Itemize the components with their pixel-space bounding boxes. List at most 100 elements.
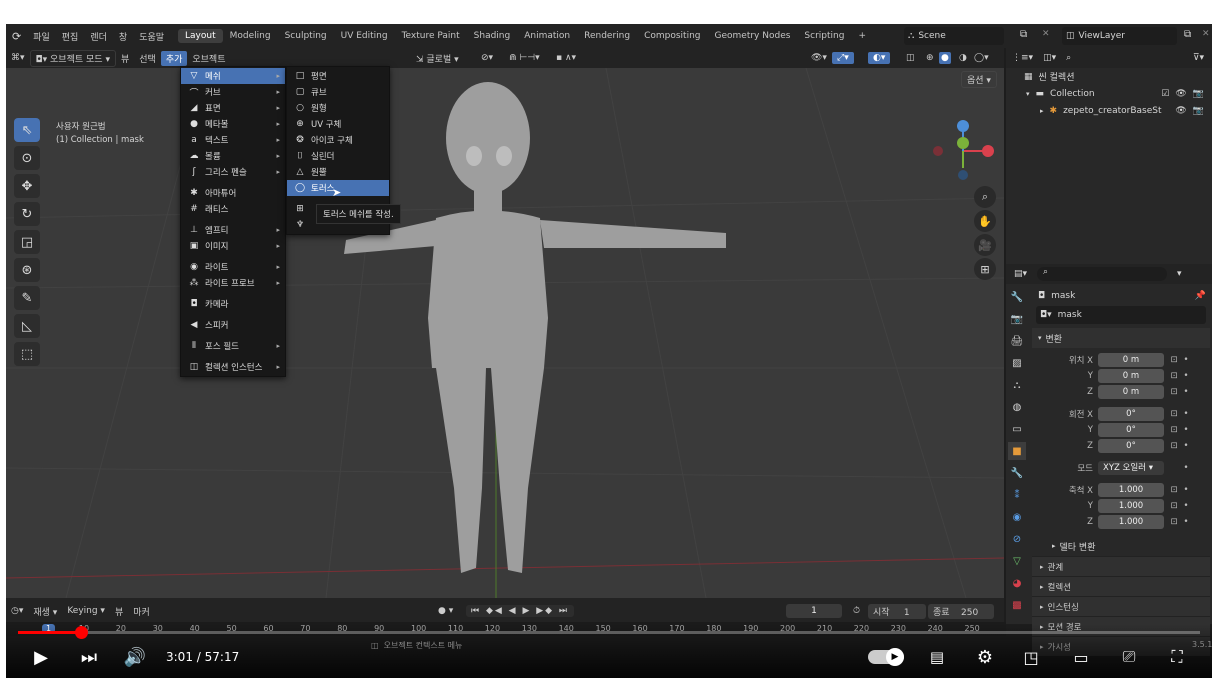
workspace-tab[interactable]: Compositing: [637, 29, 707, 43]
progress-scrubber[interactable]: [74, 626, 88, 639]
add-menu-item[interactable]: ⌒ 커브 ▸: [181, 84, 285, 100]
select-tool-icon[interactable]: ⇖: [14, 118, 40, 142]
workspace-tab[interactable]: UV Editing: [334, 29, 395, 43]
keyframe-dot-icon[interactable]: •: [1181, 441, 1191, 451]
mode-selector[interactable]: ◘▾ 오브젝트 모드 ▾: [29, 49, 116, 67]
view-menu[interactable]: 뷰: [116, 51, 134, 66]
workspace-tab[interactable]: Sculpting: [278, 29, 334, 43]
editor-type-icon[interactable]: ⌘▾: [6, 52, 30, 64]
current-frame-field[interactable]: 1: [786, 604, 842, 618]
copy-viewlayer-icon[interactable]: ⧉: [1184, 29, 1191, 40]
mesh-menu-item[interactable]: △ 원뿔: [287, 164, 389, 180]
workspace-tab[interactable]: Rendering: [577, 29, 637, 43]
particles-tab-icon[interactable]: ⁑: [1008, 486, 1026, 504]
collection-tab-icon[interactable]: ▭: [1008, 420, 1026, 438]
scale-z-field[interactable]: 1.000: [1098, 515, 1164, 529]
scene-selector[interactable]: ⛬ Scene: [904, 27, 1004, 45]
transform-orientation[interactable]: ⇲ 글로벌 ▾: [411, 51, 464, 66]
add-menu-item[interactable]: ✱ 아마튜어: [181, 185, 285, 201]
keyframe-dot-icon[interactable]: •: [1181, 387, 1191, 397]
render-tab-icon[interactable]: 📷: [1008, 310, 1026, 328]
close-scene-icon[interactable]: ✕: [1042, 29, 1050, 39]
progress-track[interactable]: [18, 626, 1200, 639]
add-menu-item[interactable]: ▽ 메쉬 ▸: [181, 68, 285, 84]
add-menu[interactable]: 추가: [160, 50, 188, 66]
workspace-tab[interactable]: Shading: [467, 29, 518, 43]
exclude-checkbox-icon[interactable]: ☑: [1161, 89, 1169, 99]
mesh-menu-item[interactable]: ⊕ UV 구체: [287, 116, 389, 132]
add-menu-item[interactable]: ⦀ 포스 필드 ▸: [181, 338, 285, 354]
lock-icon[interactable]: ⊡: [1167, 517, 1181, 527]
lock-icon[interactable]: ⊡: [1167, 501, 1181, 511]
cast-icon[interactable]: ⎚: [1116, 644, 1142, 670]
rotate-tool-icon[interactable]: ↻: [14, 202, 40, 226]
properties-search-input[interactable]: ⌕: [1037, 267, 1168, 281]
object-menu[interactable]: 오브젝트: [187, 51, 230, 66]
add-cube-tool-icon[interactable]: ⬚: [14, 342, 40, 366]
select-menu[interactable]: 선택: [134, 51, 161, 66]
overlay-toggle-icon[interactable]: ◐▾: [868, 52, 891, 64]
add-workspace-button[interactable]: +: [851, 29, 873, 43]
shading-rendered-icon[interactable]: ◯▾: [969, 52, 994, 64]
lock-icon[interactable]: ⊡: [1167, 355, 1181, 365]
menu-item[interactable]: 렌더: [84, 30, 113, 43]
gizmo-toggle-icon[interactable]: ⤢▾: [832, 52, 854, 64]
miniplayer-icon[interactable]: ◳: [1018, 644, 1044, 670]
object-tab-icon[interactable]: ■: [1008, 442, 1026, 460]
pin-icon[interactable]: 📌: [1195, 291, 1206, 301]
cursor-tool-icon[interactable]: ⊙: [14, 146, 40, 170]
keying-menu[interactable]: Keying ▾: [62, 605, 110, 617]
properties-editor-icon[interactable]: ▤▾: [1014, 269, 1027, 279]
mesh-menu-item[interactable]: ❂ 아이코 구체: [287, 132, 389, 148]
add-menu-item[interactable]: a 텍스트 ▸: [181, 132, 285, 148]
add-menu-item[interactable]: ◀ 스피커: [181, 317, 285, 333]
material-tab-icon[interactable]: ◕: [1008, 574, 1026, 592]
mesh-menu-item[interactable]: ○ 원형: [287, 100, 389, 116]
perspective-toggle-icon[interactable]: ⊞: [974, 258, 996, 280]
record-icon[interactable]: ● ▾: [433, 605, 458, 617]
settings-gear-icon[interactable]: ⚙: [972, 644, 998, 670]
modifier-tab-icon[interactable]: 🔧: [1008, 464, 1026, 482]
measure-tool-icon[interactable]: ◺: [14, 314, 40, 338]
outliner-editor-icon[interactable]: ⋮≡▾: [1012, 53, 1033, 63]
timeline-view-menu[interactable]: 뷰: [110, 604, 128, 619]
blender-logo-icon[interactable]: ⟳: [6, 30, 27, 43]
move-tool-icon[interactable]: ✥: [14, 174, 40, 198]
next-video-icon[interactable]: ⏭: [76, 644, 102, 670]
scene-collection-row[interactable]: ▦ 씬 컬렉션: [1006, 68, 1212, 85]
keyframe-dot-icon[interactable]: •: [1181, 355, 1191, 365]
play-icon[interactable]: ▶: [28, 644, 54, 670]
add-menu-item[interactable]: ▣ 이미지 ▸: [181, 238, 285, 254]
mesh-menu-item[interactable]: ▢ 큐브: [287, 84, 389, 100]
shading-wireframe-icon[interactable]: ⊕: [921, 52, 939, 64]
timeline-editor-icon[interactable]: ◷▾: [6, 605, 28, 617]
keyframe-dot-icon[interactable]: •: [1181, 517, 1191, 527]
workspace-tab[interactable]: Modeling: [223, 29, 278, 43]
expand-icon[interactable]: ▾: [1026, 90, 1030, 98]
filter-icon[interactable]: ⊽▾: [1193, 53, 1204, 63]
shading-solid-icon[interactable]: ●: [939, 52, 951, 64]
add-menu-item[interactable]: ● 메타볼 ▸: [181, 116, 285, 132]
rotation-mode-select[interactable]: XYZ 오일러 ▾: [1098, 461, 1164, 475]
collection-row[interactable]: ▾ ▬ Collection ☑ 👁 📷: [1006, 85, 1212, 102]
autoplay-toggle[interactable]: ▶: [868, 648, 904, 666]
scale-tool-icon[interactable]: ◲: [14, 230, 40, 254]
transform-tool-icon[interactable]: ⊛: [14, 258, 40, 282]
playback-menu[interactable]: 재생 ▾: [28, 604, 62, 619]
mesh-menu-item[interactable]: ⌷ 실린더: [287, 148, 389, 164]
marker-menu[interactable]: 마커: [128, 604, 155, 619]
navigation-gizmo[interactable]: [931, 113, 1001, 183]
texture-tab-icon[interactable]: ▩: [1008, 596, 1026, 614]
render-camera-icon[interactable]: 📷: [1193, 89, 1204, 99]
xray-icon[interactable]: ◫: [901, 52, 920, 64]
property-panel-header[interactable]: ▸ 컬렉션: [1032, 576, 1210, 596]
lock-icon[interactable]: ⊡: [1167, 441, 1181, 451]
keyframe-dot-icon[interactable]: •: [1181, 463, 1191, 473]
world-tab-icon[interactable]: ◍: [1008, 398, 1026, 416]
transform-panel-header[interactable]: ▾ 변환: [1032, 328, 1210, 348]
keyframe-dot-icon[interactable]: •: [1181, 409, 1191, 419]
data-tab-icon[interactable]: ▽: [1008, 552, 1026, 570]
viewlayer-selector[interactable]: ◫ ViewLayer: [1062, 27, 1177, 45]
stopwatch-icon[interactable]: ⏱: [848, 605, 865, 617]
eye-icon[interactable]: 👁: [1175, 89, 1186, 99]
